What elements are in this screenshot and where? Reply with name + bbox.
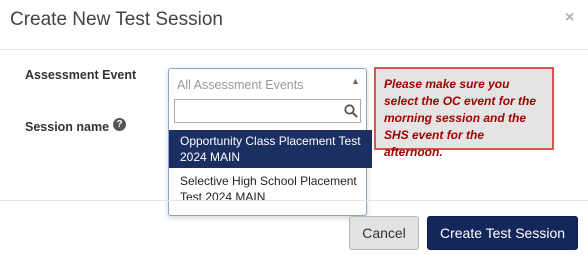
- footer-divider: [0, 200, 588, 201]
- close-icon[interactable]: ×: [565, 10, 574, 26]
- assessment-event-label: Assessment Event: [25, 68, 137, 82]
- dropdown-search-wrapper: [174, 99, 361, 123]
- create-test-session-button[interactable]: Create Test Session: [427, 216, 578, 250]
- dropdown-option-shs[interactable]: Selective High School Placement Test 202…: [169, 171, 372, 207]
- help-icon[interactable]: ?: [113, 118, 126, 131]
- cancel-button[interactable]: Cancel: [349, 216, 419, 250]
- search-icon: [344, 104, 358, 118]
- caret-up-icon[interactable]: ▲: [351, 76, 360, 86]
- dropdown-search-input[interactable]: [175, 100, 340, 120]
- header-divider: [0, 49, 588, 50]
- dropdown-option-oc[interactable]: Opportunity Class Placement Test 2024 MA…: [169, 130, 372, 168]
- dropdown-option-label: Opportunity Class Placement Test 2024 MA…: [180, 134, 361, 164]
- modal-title: Create New Test Session: [10, 9, 223, 30]
- session-notice: Please make sure you select the OC event…: [374, 67, 554, 159]
- session-name-label: Session name: [25, 120, 110, 134]
- dropdown-selected-value[interactable]: All Assessment Events: [177, 78, 303, 92]
- assessment-event-dropdown[interactable]: All Assessment Events ▲ Opportunity Clas…: [168, 68, 372, 216]
